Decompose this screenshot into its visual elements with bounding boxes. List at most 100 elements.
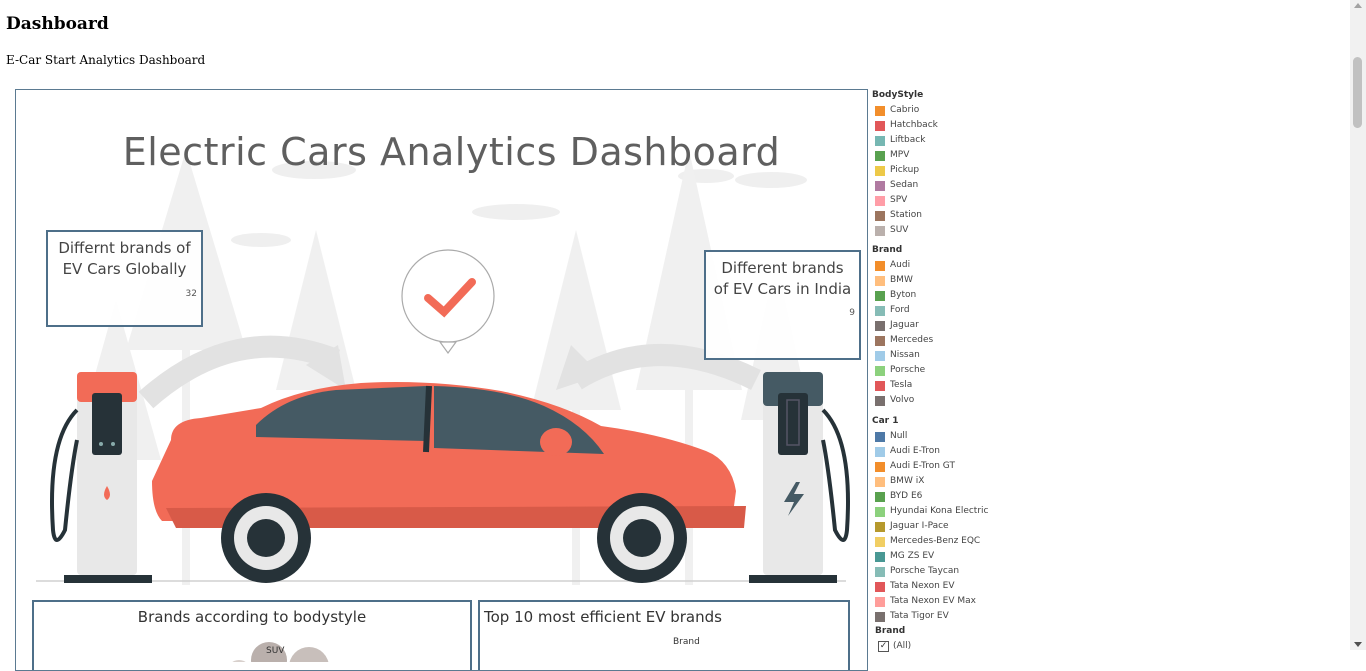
bodystyle-legend-item[interactable]: SUV	[872, 223, 1002, 238]
bodystyle-legend-label: Cabrio	[890, 105, 920, 115]
car-legend-label: Audi E-Tron	[890, 446, 940, 456]
brand-legend-item[interactable]: Mercedes	[872, 333, 1002, 348]
page-scrollbar[interactable]	[1350, 0, 1366, 650]
car-legend-label: Audi E-Tron GT	[890, 461, 955, 471]
brand-legend-item[interactable]: Porsche	[872, 363, 1002, 378]
car-legend-label: BYD E6	[890, 491, 923, 501]
bodystyle-legend-item[interactable]: Hatchback	[872, 118, 1002, 133]
car-legend-label: Tata Nexon EV Max	[890, 596, 976, 606]
color-swatch	[875, 225, 885, 236]
car-legend-item[interactable]: Tata Tigor EV	[872, 609, 1002, 624]
color-swatch	[875, 290, 885, 301]
page-title: Dashboard	[6, 14, 109, 34]
bodystyle-chart-title: Brands according to bodystyle	[137, 608, 367, 626]
scroll-up-arrow-icon[interactable]	[1354, 3, 1362, 8]
car-legend-item[interactable]: Mercedes-Benz EQC	[872, 534, 1002, 549]
scroll-thumb[interactable]	[1353, 57, 1362, 128]
efficient-brands-axis-label: Brand	[673, 637, 700, 647]
car-legend-item[interactable]: Hyundai Kona Electric	[872, 504, 1002, 519]
kpi-india-brands[interactable]: Different brands of EV Cars in India 9	[704, 250, 861, 360]
bodystyle-chart-box[interactable]: Brands according to bodystyle SUV	[32, 600, 472, 670]
color-swatch	[875, 491, 885, 502]
brand-legend-item[interactable]: Jaguar	[872, 318, 1002, 333]
bodystyle-legend-item[interactable]: Station	[872, 208, 1002, 223]
efficient-brands-box[interactable]: Top 10 most efficient EV brands Brand	[478, 600, 850, 670]
bodystyle-legend-item[interactable]: Pickup	[872, 163, 1002, 178]
legend-brand: Audi BMW Byton Ford Jaguar Mercedes Nissan Pors…	[872, 258, 1002, 408]
car-legend-item[interactable]: Jaguar I-Pace	[872, 519, 1002, 534]
legend-brand-title: Brand	[872, 245, 903, 255]
car-legend-item[interactable]: Tata Nexon EV	[872, 579, 1002, 594]
car-legend-item[interactable]: Tata Nexon EV Max	[872, 594, 1002, 609]
car-legend-label: Jaguar I-Pace	[890, 521, 949, 531]
brand-legend-item[interactable]: Audi	[872, 258, 1002, 273]
bodystyle-legend-item[interactable]: Sedan	[872, 178, 1002, 193]
color-swatch	[875, 461, 885, 472]
bodystyle-legend-label: Liftback	[890, 135, 926, 145]
color-swatch	[875, 275, 885, 286]
color-swatch	[875, 596, 885, 607]
brand-legend-label: Porsche	[890, 365, 926, 375]
efficient-brands-title: Top 10 most efficient EV brands	[484, 608, 722, 626]
scroll-down-arrow-icon[interactable]	[1354, 642, 1362, 647]
brand-legend-item[interactable]: BMW	[872, 273, 1002, 288]
color-swatch	[875, 380, 885, 391]
brand-legend-item[interactable]: Byton	[872, 288, 1002, 303]
color-swatch	[875, 335, 885, 346]
car-legend-label: Porsche Taycan	[890, 566, 960, 576]
car-legend-label: Null	[890, 431, 908, 441]
bodystyle-bubble[interactable]	[224, 632, 364, 662]
color-swatch	[875, 150, 885, 161]
car-legend-item[interactable]: Audi E-Tron GT	[872, 459, 1002, 474]
brand-legend-label: Byton	[890, 290, 917, 300]
brand-legend-label: Volvo	[890, 395, 915, 405]
bodystyle-legend-label: Sedan	[890, 180, 919, 190]
car-legend-item[interactable]: Audi E-Tron	[872, 444, 1002, 459]
bodystyle-legend-label: MPV	[890, 150, 910, 160]
brand-legend-item[interactable]: Tesla	[872, 378, 1002, 393]
brand-legend-label: Mercedes	[890, 335, 934, 345]
color-swatch	[875, 120, 885, 131]
brand-filter-title: Brand	[875, 626, 906, 636]
brand-legend-label: Nissan	[890, 350, 920, 360]
bodystyle-legend-item[interactable]: Cabrio	[872, 103, 1002, 118]
brand-legend-label: Ford	[890, 305, 910, 315]
car-legend-item[interactable]: BYD E6	[872, 489, 1002, 504]
bodystyle-bubble-label: SUV	[266, 646, 285, 656]
brand-legend-item[interactable]: Nissan	[872, 348, 1002, 363]
kpi-global-value: 32	[185, 289, 197, 299]
brand-filter-all[interactable]: ✓ (All)	[872, 639, 1002, 653]
bodystyle-legend-label: Hatchback	[890, 120, 938, 130]
viz-title: Electric Cars Analytics Dashboard	[122, 130, 781, 174]
car-legend-label: BMW iX	[890, 476, 925, 486]
dashboard-viz[interactable]: Electric Cars Analytics Dashboard Differ…	[15, 89, 868, 671]
kpi-global-label: Differnt brands of EV Cars Globally	[58, 239, 191, 278]
legend-panel: BodyStyle Cabrio Hatchback Liftback MPV Pick…	[872, 88, 1002, 653]
color-swatch	[875, 431, 885, 442]
bodystyle-legend-label: SPV	[890, 195, 908, 205]
brand-legend-label: BMW	[890, 275, 913, 285]
color-swatch	[875, 210, 885, 221]
color-swatch	[875, 260, 885, 271]
car-legend-label: Tata Tigor EV	[890, 611, 949, 621]
color-swatch	[875, 135, 885, 146]
bodystyle-legend-item[interactable]: Liftback	[872, 133, 1002, 148]
car-legend-item[interactable]: Porsche Taycan	[872, 564, 1002, 579]
bodystyle-legend-item[interactable]: MPV	[872, 148, 1002, 163]
color-swatch	[875, 365, 885, 376]
bodystyle-legend-label: Pickup	[890, 165, 920, 175]
color-swatch	[875, 195, 885, 206]
bodystyle-legend-label: Station	[890, 210, 922, 220]
car-legend-item[interactable]: MG ZS EV	[872, 549, 1002, 564]
bodystyle-legend-item[interactable]: SPV	[872, 193, 1002, 208]
kpi-global-brands[interactable]: Differnt brands of EV Cars Globally 32	[46, 230, 203, 327]
color-swatch	[875, 551, 885, 562]
brand-legend-item[interactable]: Volvo	[872, 393, 1002, 408]
car-legend-item[interactable]: Null	[872, 429, 1002, 444]
brand-legend-label: Jaguar	[890, 320, 919, 330]
car-legend-label: Hyundai Kona Electric	[890, 506, 989, 516]
page-subtitle: E-Car Start Analytics Dashboard	[6, 53, 206, 67]
brand-legend-item[interactable]: Ford	[872, 303, 1002, 318]
color-swatch	[875, 506, 885, 517]
car-legend-item[interactable]: BMW iX	[872, 474, 1002, 489]
